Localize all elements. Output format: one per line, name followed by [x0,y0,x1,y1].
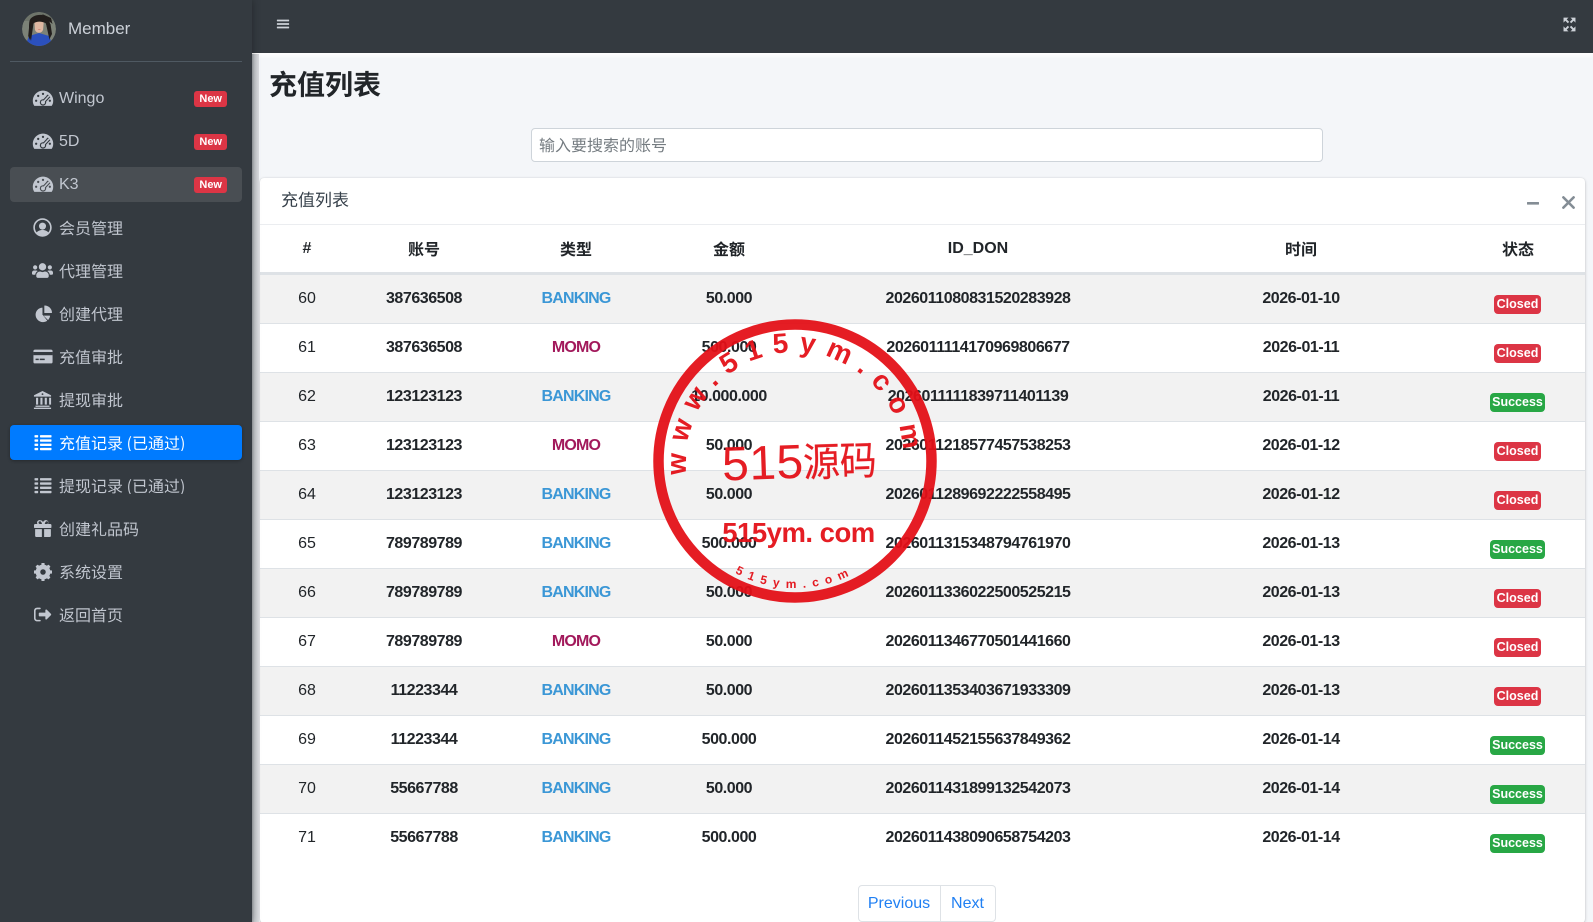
svg-text:515: 515 [721,436,804,492]
svg-text:515ym. com: 515ym. com [722,517,874,548]
